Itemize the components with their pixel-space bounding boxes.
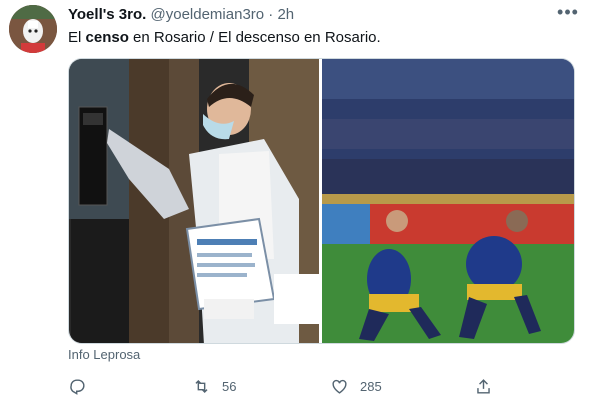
tweet-header: Yoell's 3ro. @yoeldemian3ro · 2h bbox=[68, 6, 294, 24]
media-photo-descenso[interactable] bbox=[322, 59, 575, 344]
tweet-text-before: El bbox=[68, 29, 86, 46]
avatar[interactable] bbox=[9, 5, 57, 53]
user-handle[interactable]: @yoeldemian3ro bbox=[151, 6, 265, 23]
retweet-icon bbox=[195, 379, 208, 393]
tweet-text-after: en Rosario / El descenso en Rosario. bbox=[128, 29, 381, 46]
like-count: 285 bbox=[360, 378, 382, 394]
timestamp[interactable]: 2h bbox=[277, 6, 294, 23]
tweet-media[interactable] bbox=[68, 58, 575, 344]
more-icon[interactable]: ••• bbox=[556, 2, 580, 26]
tweet[interactable]: Yoell's 3ro. @yoeldemian3ro · 2h ••• El … bbox=[0, 0, 597, 407]
display-name[interactable]: Yoell's 3ro. bbox=[68, 6, 146, 23]
share-icon bbox=[477, 378, 490, 394]
like-icon bbox=[332, 379, 347, 394]
share-button[interactable] bbox=[474, 374, 493, 398]
tweet-text-bold: censo bbox=[85, 29, 129, 46]
retweet-button[interactable]: 56 bbox=[192, 374, 236, 398]
media-source[interactable]: Info Leprosa bbox=[68, 347, 140, 363]
retweet-count: 56 bbox=[222, 378, 237, 394]
reply-button[interactable] bbox=[68, 374, 98, 398]
media-photo-census[interactable] bbox=[69, 59, 319, 344]
like-button[interactable]: 285 bbox=[330, 374, 382, 398]
tweet-actions: 56 285 bbox=[68, 374, 508, 398]
separator-dot: · bbox=[268, 6, 274, 23]
tweet-text: El censo en Rosario / El descenso en Ros… bbox=[68, 28, 381, 48]
reply-icon bbox=[70, 378, 85, 395]
